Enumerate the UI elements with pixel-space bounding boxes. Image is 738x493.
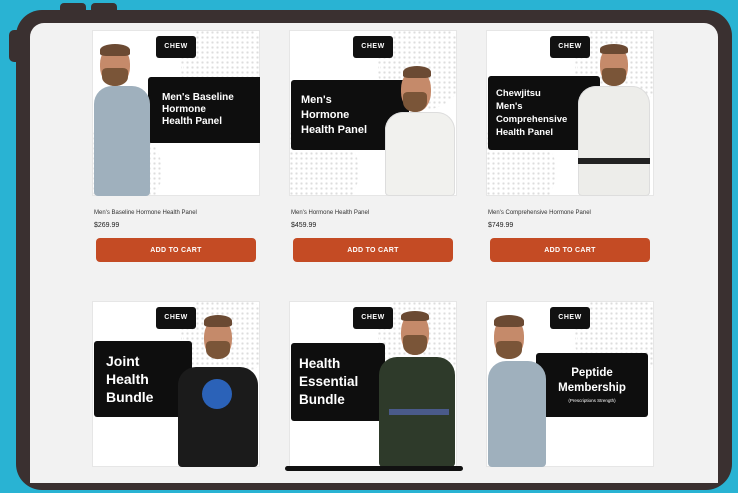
add-to-cart-button[interactable]: ADD TO CART <box>490 238 650 262</box>
banner-line: Bundle <box>299 392 345 407</box>
banner-line: Health Panel <box>162 116 223 127</box>
product-name[interactable]: Men's Baseline Hormone Health Panel <box>92 210 260 216</box>
product-price: $749.99 <box>488 222 514 229</box>
add-to-cart-button[interactable]: ADD TO CART <box>293 238 453 262</box>
banner-line: Joint <box>106 353 140 369</box>
product-name[interactable]: Men's Comprehensive Hormone Panel <box>486 210 654 216</box>
brand-logo: CHEW JITSU <box>550 307 590 343</box>
banner-line: Men's Baseline <box>162 92 234 103</box>
image-banner: Men's Baseline Hormone Health Panel <box>148 77 260 143</box>
banner-line: Peptide <box>571 366 613 379</box>
product-image[interactable]: CHEW JITSU Health Essential Bundle <box>289 301 457 467</box>
product-card-baseline-hormone: CHEW JITSU Men's Baseline Hormone Health… <box>92 30 260 262</box>
tablet-screen: CHEW JITSU Men's Baseline Hormone Health… <box>30 23 718 483</box>
product-price: $269.99 <box>94 222 120 229</box>
brand-logo: CHEW JITSU <box>156 36 196 72</box>
product-card-health-essential: CHEW JITSU Health Essential Bundle <box>289 301 457 467</box>
brand-logo: CHEW JITSU <box>353 307 393 343</box>
banner-line: Men's <box>301 93 332 106</box>
product-name[interactable]: Men's Hormone Health Panel <box>289 210 457 216</box>
add-to-cart-button[interactable]: ADD TO CART <box>96 238 256 262</box>
product-image[interactable]: CHEW JITSU Joint Health Bundle <box>92 301 260 467</box>
image-banner: Health Essential Bundle <box>291 343 385 421</box>
banner-subline: (Prescriptions Strength) <box>568 397 616 403</box>
banner-line: Health <box>299 356 341 371</box>
brand-logo: CHEW JITSU <box>156 307 196 343</box>
product-image[interactable]: CHEW JITSU Chewjitsu Men's Comprehensive… <box>486 30 654 196</box>
image-banner: Peptide Membership (Prescriptions Streng… <box>536 353 648 417</box>
product-price: $459.99 <box>291 222 317 229</box>
product-card-peptide-membership: CHEW JITSU Peptide Membership (Prescript… <box>486 301 654 467</box>
product-card-hormone-health: CHEW JITSU Men's Hormone Health Panel Me… <box>289 30 457 262</box>
brand-logo: CHEW JITSU <box>353 36 393 72</box>
product-image[interactable]: CHEW JITSU Men's Hormone Health Panel <box>289 30 457 196</box>
banner-line: Membership <box>558 381 626 394</box>
brand-logo: CHEW JITSU <box>550 36 590 72</box>
banner-line: Hormone <box>162 104 206 115</box>
home-indicator[interactable] <box>285 466 463 471</box>
banner-line: Essential <box>299 374 359 389</box>
product-card-joint-health: CHEW JITSU Joint Health Bundle <box>92 301 260 467</box>
product-image[interactable]: CHEW JITSU Peptide Membership (Prescript… <box>486 301 654 467</box>
product-image[interactable]: CHEW JITSU Men's Baseline Hormone Health… <box>92 30 260 196</box>
product-card-comprehensive: CHEW JITSU Chewjitsu Men's Comprehensive… <box>486 30 654 262</box>
